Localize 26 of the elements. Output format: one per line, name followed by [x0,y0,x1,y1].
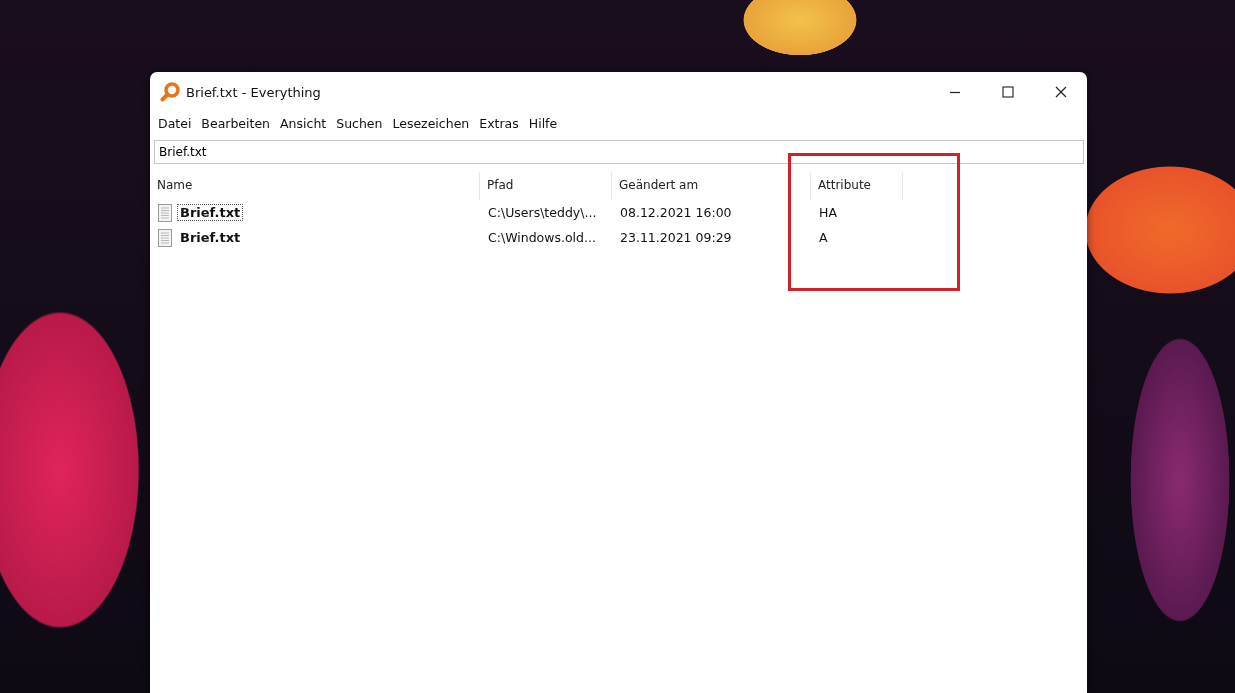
column-header[interactable]: Attribute [811,172,903,200]
close-icon [1054,86,1067,98]
search-field[interactable]: Brief.txt [154,140,1084,164]
column-header[interactable]: Geändert am [612,172,811,200]
file-path: C:\Windows.old... [487,230,597,245]
menu-item[interactable]: Suchen [331,115,388,131]
column-header[interactable]: Name [150,172,480,200]
menu-item[interactable]: Ansicht [275,115,332,131]
file-attributes: A [818,230,829,245]
magnifier-icon [160,82,180,102]
menu-item[interactable]: Hilfe [523,115,563,131]
modified-date: 23.11.2021 09:29 [619,230,733,245]
document-icon [158,228,172,247]
window-title: Brief.txt - Everything [186,84,321,100]
modified-date: 08.12.2021 16:00 [619,205,733,220]
menu-item[interactable]: Extras [474,115,524,131]
file-attributes: HA [818,205,838,220]
menu-item[interactable]: Bearbeiten [196,115,276,131]
file-path: C:\Users\teddy\... [487,205,598,220]
file-name[interactable]: Brief.txt [177,204,244,221]
document-icon [158,203,172,222]
column-header[interactable]: Pfad [480,172,612,200]
file-name[interactable]: Brief.txt [177,229,244,246]
maximize-icon [1001,86,1014,98]
menu-item[interactable]: Lesezeichen [387,115,475,131]
menu-item[interactable]: Datei [153,115,197,131]
